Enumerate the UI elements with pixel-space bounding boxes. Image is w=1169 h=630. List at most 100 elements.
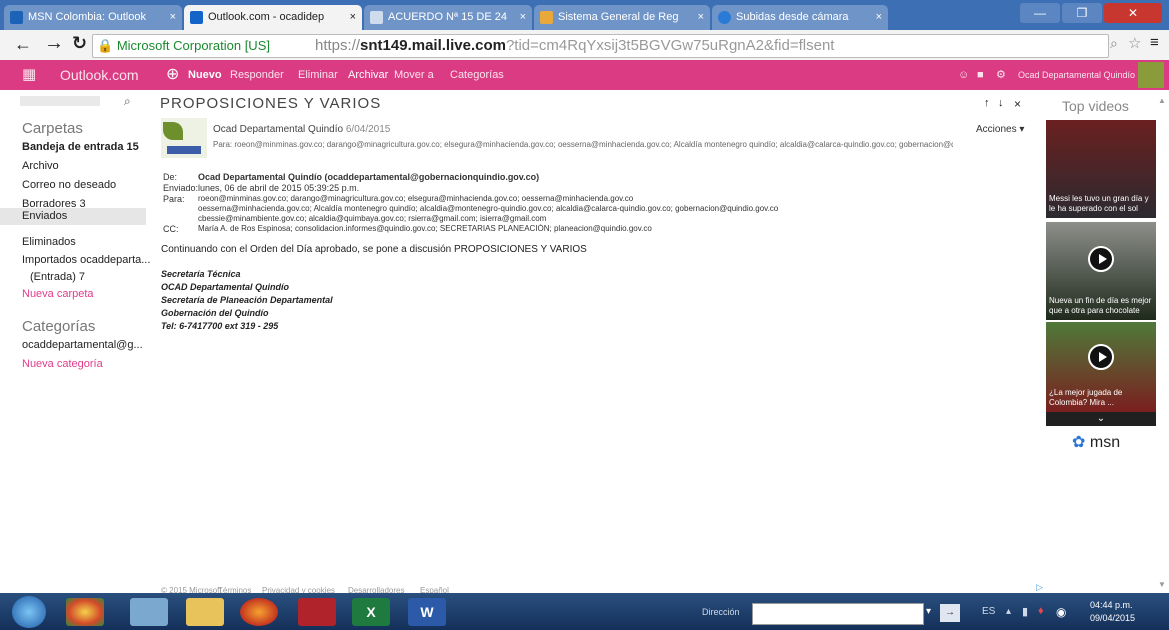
sender-name[interactable]: Ocad Departamental Quindío (213, 124, 343, 135)
sidebar-item-archive[interactable]: Archivo (22, 160, 59, 172)
sidebar-item-deleted[interactable]: Eliminados (22, 236, 76, 248)
explorer-taskbar-icon[interactable] (186, 598, 224, 626)
notifications-icon[interactable]: ■ (977, 60, 984, 90)
scrollbar-up-icon[interactable]: ▲ (1158, 96, 1166, 105)
move-to-button[interactable]: Mover a (394, 60, 434, 90)
word-taskbar-icon[interactable]: W (408, 598, 446, 626)
folders-heading[interactable]: Carpetas (22, 120, 83, 137)
search-input[interactable] (20, 96, 100, 106)
new-folder-link[interactable]: Nueva carpeta (22, 288, 94, 300)
categories-button[interactable]: Categorías (450, 60, 504, 90)
video-card[interactable]: Nueva un fin de día es mejor que a otra … (1046, 222, 1156, 320)
bookmark-star-icon[interactable]: ☆ (1128, 34, 1141, 52)
new-category-link[interactable]: Nueva categoría (22, 358, 103, 370)
ad-choices-icon[interactable]: ▷ (1036, 582, 1043, 593)
zoom-icon[interactable]: ⌕ (1110, 35, 1118, 52)
close-icon[interactable]: × (520, 5, 526, 30)
go-icon[interactable]: → (940, 604, 960, 622)
reload-icon[interactable]: ↻ (72, 33, 87, 54)
clock-date[interactable]: 09/04/2015 (1090, 613, 1135, 623)
sent-value: lunes, 06 de abril de 2015 05:39:25 p.m. (198, 183, 360, 193)
cc-value[interactable]: María A. de Ros Espinosa; consolidacion.… (198, 224, 988, 233)
document-tab-icon (370, 11, 383, 24)
new-button[interactable]: Nuevo (188, 60, 222, 90)
messaging-icon[interactable]: ☺ (958, 60, 969, 90)
tab-subidas[interactable]: Subidas desde cámara × (712, 5, 888, 30)
actions-label: Acciones (976, 124, 1017, 135)
from-label: De: (163, 172, 178, 182)
outlook-brand[interactable]: Outlook.com (60, 60, 139, 90)
arrow-up-icon[interactable]: ↑ (984, 97, 990, 109)
to-value-line-2[interactable]: oesserna@minhacienda.gov.co; Alcaldía mo… (198, 204, 988, 213)
search-icon[interactable]: ⌕ (124, 94, 131, 109)
close-icon[interactable]: × (1014, 97, 1021, 111)
tray-expand-icon[interactable]: ▴ (1006, 606, 1011, 617)
avatar[interactable] (1138, 62, 1164, 88)
new-icon[interactable]: ⊕ (166, 60, 179, 90)
tab-sistema[interactable]: Sistema General de Reg × (534, 5, 710, 30)
volume-icon[interactable]: ◉ (1056, 605, 1066, 619)
signature-line: OCAD Departamental Quindío (161, 282, 290, 292)
media-taskbar-icon[interactable] (130, 598, 168, 626)
reply-button[interactable]: Responder (230, 60, 284, 90)
chevron-down-icon[interactable]: ⌄ (1046, 412, 1156, 426)
sidebar-item-sent[interactable]: Enviados (0, 208, 146, 225)
category-account[interactable]: ocaddepartamental@g... (22, 339, 143, 351)
video-card[interactable]: ¿La mejor jugada de Colombia? Mira ... (1046, 322, 1156, 412)
video-card[interactable]: Messi les tuvo un gran día y le ha super… (1046, 120, 1156, 218)
archive-button[interactable]: Archivar (348, 60, 388, 90)
leaf-logo-icon (163, 122, 183, 140)
language-icon[interactable]: ES (982, 606, 995, 617)
rail-title: Top videos (1062, 98, 1129, 114)
close-icon[interactable]: × (698, 5, 704, 30)
url-host: snt149.mail.live.com (360, 37, 506, 54)
maximize-window-icon[interactable]: ❐ (1062, 3, 1102, 23)
minimize-window-icon[interactable]: — (1020, 3, 1060, 23)
msn-logo[interactable]: ✿ msn (1072, 432, 1120, 452)
firefox-taskbar-icon[interactable] (240, 598, 278, 626)
actions-menu[interactable]: Acciones ▾ (976, 124, 1024, 135)
acrobat-taskbar-icon[interactable] (298, 598, 336, 626)
clock-time[interactable]: 04:44 p.m. (1090, 600, 1133, 610)
dropdown-arrow-icon[interactable]: ▾ (926, 606, 931, 617)
close-icon[interactable]: × (350, 5, 356, 30)
delete-button[interactable]: Eliminar (298, 60, 338, 90)
to-label: Para: (163, 194, 185, 204)
video-caption: Messi les tuvo un gran día y le ha super… (1049, 194, 1149, 213)
account-name[interactable]: Ocad Departamental Quindío (1018, 60, 1135, 90)
tab-acuerdo[interactable]: ACUERDO Nª 15 DE 24 × (364, 5, 532, 30)
sidebar-item-junk[interactable]: Correo no deseado (22, 179, 116, 191)
play-icon[interactable] (1088, 246, 1114, 272)
categories-heading[interactable]: Categorías (22, 318, 95, 335)
play-icon[interactable] (1088, 344, 1114, 370)
back-arrow-icon[interactable]: ← (14, 34, 32, 55)
to-value-line-1[interactable]: roeon@minminas.gov.co; darango@minagricu… (198, 194, 988, 203)
scrollbar-down-icon[interactable]: ▼ (1158, 580, 1166, 589)
sidebar-item-inbox[interactable]: Bandeja de entrada 15 (22, 141, 139, 153)
sidebar-item-imported[interactable]: Importados ocaddeparta... (22, 254, 150, 266)
app-launcher-icon[interactable]: ▦ (22, 60, 36, 90)
to-value-line-3[interactable]: cbessie@minambiente.gov.co; alcaldia@qui… (198, 214, 988, 223)
network-icon[interactable]: ▮ (1022, 605, 1028, 618)
antivirus-icon[interactable]: ♦ (1038, 605, 1044, 617)
menu-icon[interactable]: ≡ (1150, 34, 1159, 51)
tab-msn[interactable]: MSN Colombia: Outlook × (4, 5, 182, 30)
address-toolbar-input[interactable] (752, 603, 924, 625)
address-bar[interactable]: 🔒 Microsoft Corporation [US] https://snt… (92, 34, 1109, 58)
close-window-icon[interactable]: ✕ (1104, 3, 1162, 23)
tab-label: ACUERDO Nª 15 DE 24 (388, 11, 507, 23)
url-scheme: https (315, 37, 348, 54)
start-button[interactable] (12, 596, 46, 628)
tab-outlook[interactable]: Outlook.com - ocadidep × (184, 5, 362, 30)
chrome-taskbar-icon[interactable] (66, 598, 104, 626)
arrow-down-icon[interactable]: ↓ (998, 97, 1004, 109)
close-icon[interactable]: × (170, 5, 176, 30)
from-value[interactable]: Ocad Departamental Quindío (ocaddepartam… (198, 172, 539, 182)
gear-icon[interactable]: ⚙ (996, 60, 1006, 90)
sidebar-item-entrada[interactable]: (Entrada) 7 (30, 271, 85, 283)
close-icon[interactable]: × (876, 5, 882, 30)
folder-count: 15 (126, 141, 139, 153)
forward-arrow-icon[interactable]: → (44, 32, 64, 55)
excel-taskbar-icon[interactable]: X (352, 598, 390, 626)
url-rest: ?tid=cm4RqYxsij3t5BGVGw75uRgnA2&fid=flse… (505, 37, 835, 54)
